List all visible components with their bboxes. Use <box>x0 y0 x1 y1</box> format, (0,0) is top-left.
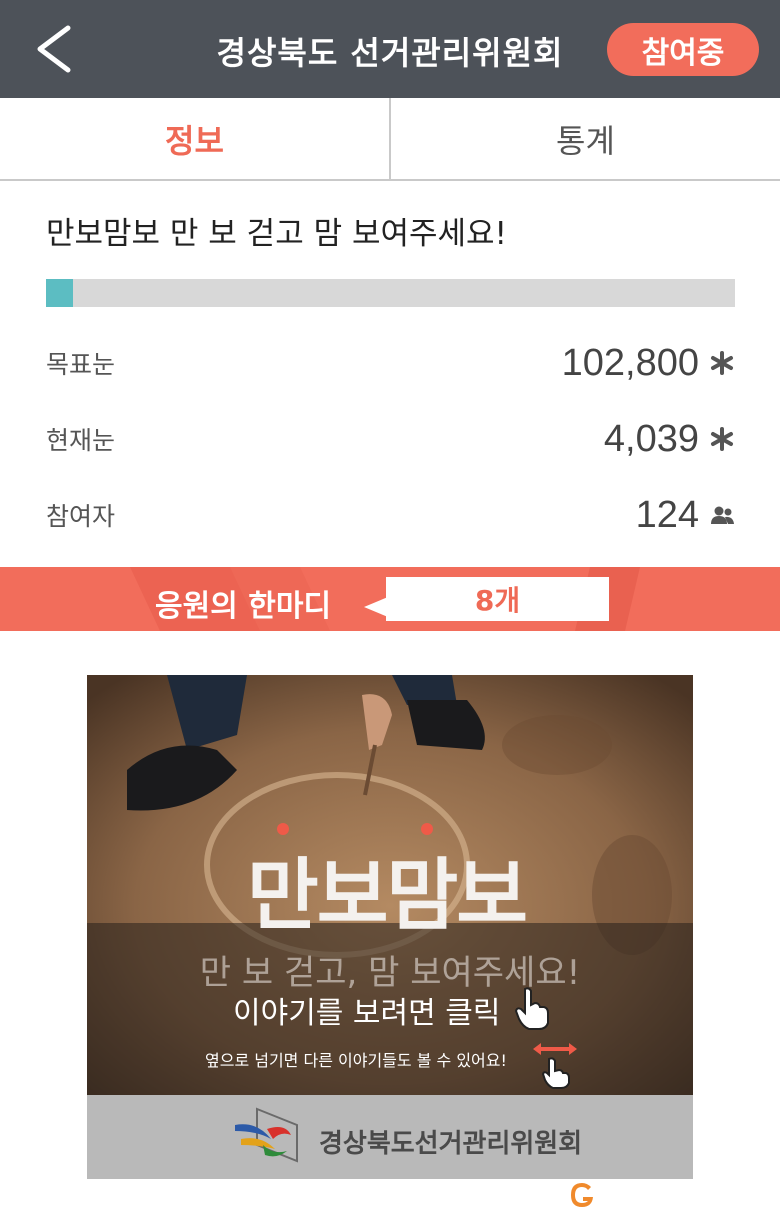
cheer-label: 응원의 한마디 <box>155 589 332 624</box>
stat-participants-value: 124 <box>635 493 699 536</box>
pointer-hand-icon <box>514 987 549 1030</box>
snowflake-icon <box>711 351 733 375</box>
g-logo-icon <box>571 1183 593 1207</box>
participating-button[interactable]: 참여중 <box>607 23 759 76</box>
campaign-title: 만보맘보 만 보 걷고 맘 보여주세요! <box>46 216 507 252</box>
progress-bar <box>46 279 735 307</box>
tab-statistics[interactable]: 통계 <box>389 98 780 179</box>
story-card[interactable]: 만보맘보 만 보 걷고, 맘 보여주세요! 이야기를 보려면 클릭 옆으로 넘기… <box>87 675 693 1179</box>
story-cta: 이야기를 보려면 클릭 <box>233 996 501 1031</box>
snowflake-icon <box>711 427 733 451</box>
stat-target: 목표눈 102,800 <box>46 338 735 388</box>
story-slogan: 만 보 걷고, 맘 보여주세요! <box>199 953 581 993</box>
cheer-count[interactable]: 8개 <box>386 577 609 621</box>
stat-target-label: 목표눈 <box>46 350 116 379</box>
progress-fill <box>46 279 73 307</box>
stat-participants-label: 참여자 <box>46 502 116 531</box>
stat-current-value: 4,039 <box>603 417 699 460</box>
stat-participants: 참여자 124 <box>46 490 735 540</box>
swipe-hint: 옆으로 넘기면 다른 이야기들도 볼 수 있어요! <box>205 1051 507 1070</box>
app-header: 경상북도 선거관리위원회 참여중 <box>0 0 780 98</box>
org-name: 경상북도선거관리위원회 <box>319 1129 583 1159</box>
org-bar: 경상북도선거관리위원회 <box>87 1095 693 1179</box>
stat-target-value: 102,800 <box>561 341 699 384</box>
story-logo: 만보맘보 <box>247 851 528 941</box>
election-commission-logo <box>235 1107 298 1163</box>
swipe-hand-icon <box>533 1043 577 1089</box>
speech-bubble-pointer <box>364 597 388 617</box>
tab-info[interactable]: 정보 <box>0 98 389 179</box>
people-icon <box>711 506 734 524</box>
stat-current: 현재눈 4,039 <box>46 414 735 464</box>
tab-bar: 정보 통계 <box>0 98 780 181</box>
cheer-banner[interactable]: 응원의 한마디 8개 <box>0 567 780 631</box>
stat-current-label: 현재눈 <box>46 426 116 455</box>
